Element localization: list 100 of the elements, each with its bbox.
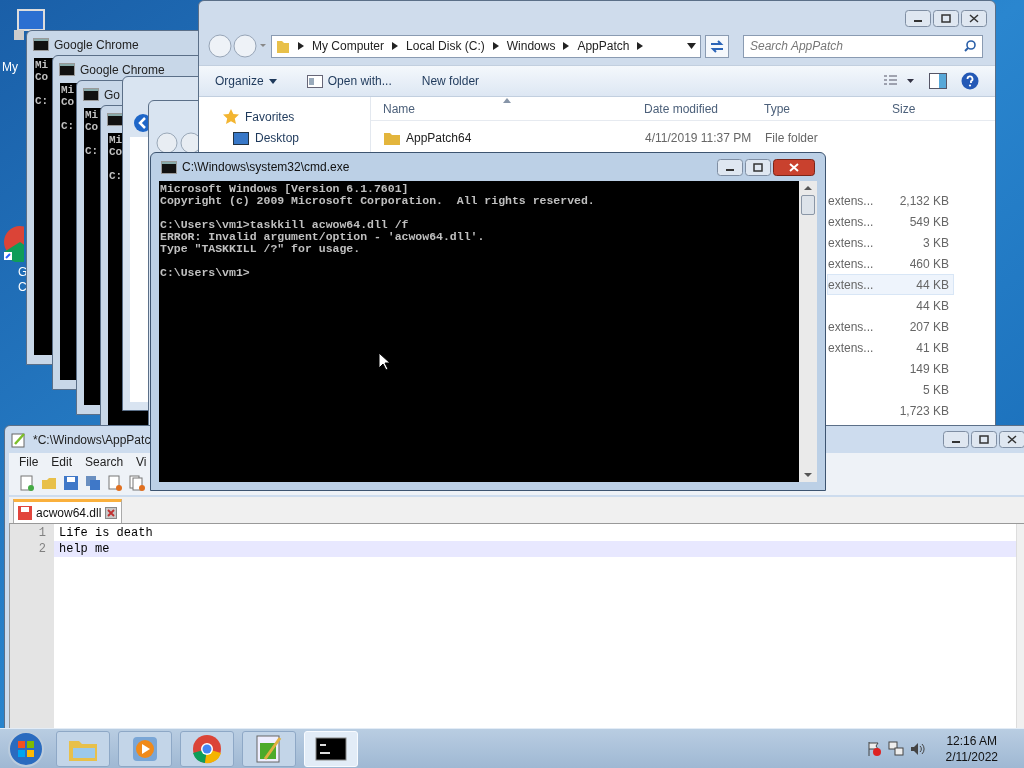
save-all-icon[interactable] <box>85 475 101 491</box>
console-text: Mi <box>35 59 49 71</box>
breadcrumb[interactable]: Local Disk (C:) <box>406 37 485 55</box>
save-icon[interactable] <box>63 475 79 491</box>
search-field[interactable]: Search AppPatch <box>743 34 983 58</box>
close-button[interactable] <box>773 158 815 176</box>
size-cell: 3 KB <box>923 235 949 250</box>
size-cell: 44 KB <box>916 298 949 313</box>
new-folder-button[interactable]: New folder <box>421 72 480 90</box>
file-row[interactable]: 5 KB <box>827 379 954 400</box>
breadcrumb[interactable]: Windows <box>506 37 556 55</box>
file-name[interactable]: AppPatch64 <box>406 128 472 147</box>
folder-icon <box>384 130 400 145</box>
type-cell: extens... <box>828 256 874 271</box>
menu-item[interactable]: Edit <box>51 453 73 471</box>
window-title: C:\Windows\system32\cmd.exe <box>182 159 350 176</box>
size-cell: 2,132 KB <box>899 193 949 208</box>
close-all-icon[interactable] <box>129 475 145 491</box>
file-row[interactable]: extens... 2,132 KB <box>827 190 954 211</box>
window-icon <box>306 74 323 88</box>
console-text: Microsoft Windows [Version 6.1.7601] <box>160 183 410 195</box>
line-number: 1 <box>37 525 47 541</box>
type-cell: extens... <box>828 340 874 355</box>
chevron-right-icon <box>298 42 304 50</box>
console-text: Copyright (c) 2009 Microsoft Corporation. All rights reserved. <box>160 195 596 207</box>
column-header[interactable]: Type <box>764 99 884 118</box>
size-cell: 41 KB <box>916 340 949 355</box>
console-icon <box>33 37 49 52</box>
address-bar[interactable]: My Computer Local Disk (C:) Windows AppPatch <box>271 34 701 58</box>
console-icon <box>161 159 177 175</box>
size-cell: 5 KB <box>923 382 949 397</box>
folder-icon <box>276 38 290 54</box>
file-row[interactable]: extens... 41 KB <box>827 337 954 358</box>
console-text: Mi <box>85 109 99 121</box>
type-cell: File folder <box>765 130 818 145</box>
console-text: C: <box>61 120 75 132</box>
file-row[interactable]: 149 KB <box>827 358 954 379</box>
menu-item[interactable]: File <box>19 453 39 471</box>
menu-item[interactable]: Vi <box>136 453 147 471</box>
console-icon <box>107 112 123 127</box>
type-cell: extens... <box>828 235 874 250</box>
mouse-cursor-icon <box>378 352 390 371</box>
maximize-button[interactable] <box>745 158 771 176</box>
file-row[interactable]: extens... 44 KB <box>827 274 954 295</box>
sort-arrow-icon <box>503 98 511 103</box>
preview-pane-icon[interactable] <box>929 73 947 89</box>
file-row[interactable]: 44 KB <box>827 295 954 316</box>
column-header[interactable]: Name <box>383 99 644 118</box>
minimize-button[interactable] <box>905 10 931 27</box>
chevron-right-icon <box>637 42 644 50</box>
console-text: Co <box>35 71 49 83</box>
new-file-icon[interactable] <box>19 475 35 491</box>
file-row[interactable]: extens... 549 KB <box>827 211 954 232</box>
chevron-right-icon <box>492 42 499 50</box>
search-icon <box>964 40 976 52</box>
file-row[interactable]: extens... 207 KB <box>827 316 954 337</box>
console-text: Mi <box>61 84 75 96</box>
open-with-button[interactable]: Open with... <box>306 72 392 90</box>
clock[interactable]: 12:16 AM 2/11/2022 <box>945 732 998 765</box>
scroll-thumb[interactable] <box>801 195 815 215</box>
view-options-icon[interactable] <box>883 74 915 88</box>
file-row[interactable]: extens... 460 KB <box>827 253 954 274</box>
file-row[interactable]: extens... 3 KB <box>827 232 954 253</box>
file-row[interactable]: 1,723 KB <box>827 400 954 421</box>
flag-icon[interactable] <box>865 740 882 757</box>
desktop-icon-label[interactable]: G C <box>18 265 28 295</box>
size-cell: 549 KB <box>909 214 949 229</box>
menu-item[interactable]: Search <box>85 453 124 471</box>
console-text: Co <box>61 96 75 108</box>
network-icon[interactable] <box>887 740 904 757</box>
minimize-button[interactable] <box>717 158 743 176</box>
breadcrumb[interactable]: AppPatch <box>577 37 630 55</box>
console-icon <box>59 62 75 77</box>
favorites-label[interactable]: Favorites <box>245 108 295 126</box>
size-cell: 460 KB <box>909 256 949 271</box>
breadcrumb[interactable]: My Computer <box>312 37 385 55</box>
window-title: *C:\Windows\AppPatc <box>33 431 151 449</box>
help-icon[interactable] <box>961 72 979 90</box>
console-text: C: <box>109 170 123 182</box>
maximize-button[interactable] <box>971 431 997 448</box>
file-tab[interactable]: acwow64.dll <box>13 499 123 523</box>
close-button[interactable] <box>961 10 987 27</box>
nav-item[interactable]: Desktop <box>255 129 300 147</box>
close-button[interactable] <box>999 431 1024 448</box>
chevron-right-icon <box>392 42 399 50</box>
type-cell: extens... <box>828 214 874 229</box>
file-row[interactable]: AppPatch64 4/11/2019 11:37 PM File folder <box>371 127 995 148</box>
refresh-icon[interactable] <box>705 34 729 58</box>
organize-button[interactable]: Organize <box>215 72 277 90</box>
console-text: Co <box>109 146 123 158</box>
notepad-icon <box>11 431 27 448</box>
desktop-icon-label[interactable]: My <box>2 58 18 76</box>
maximize-button[interactable] <box>933 10 959 27</box>
close-file-icon[interactable] <box>107 475 123 491</box>
console-text: Co <box>85 121 99 133</box>
column-header[interactable]: Size <box>884 99 959 118</box>
column-header[interactable]: Date modified <box>644 99 764 118</box>
console-text: Mi <box>109 134 123 146</box>
minimize-button[interactable] <box>943 431 969 448</box>
close-icon[interactable] <box>105 506 118 519</box>
